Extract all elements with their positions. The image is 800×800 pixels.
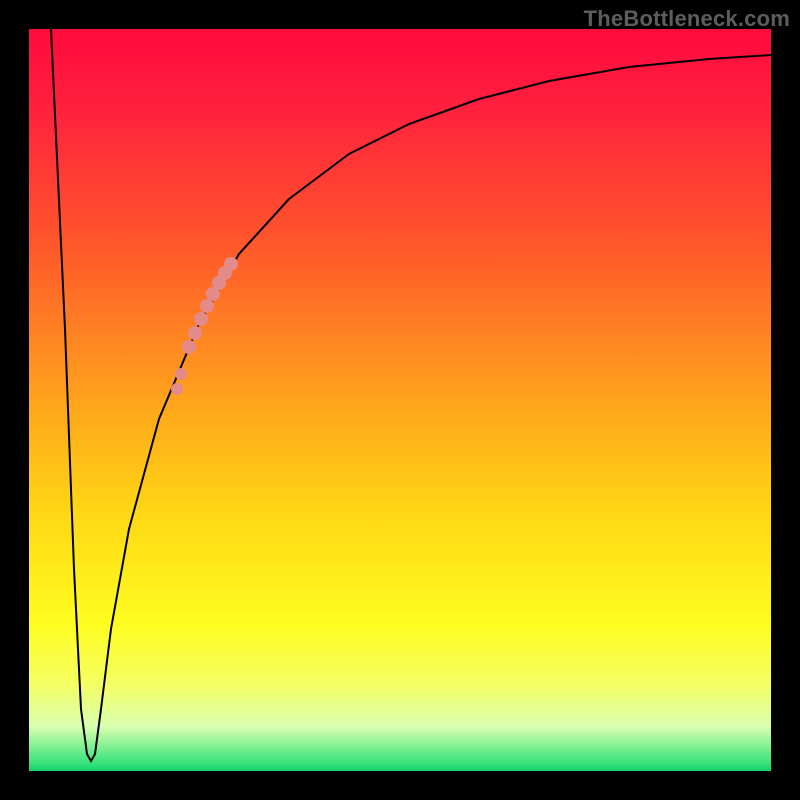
marker-dot	[194, 312, 208, 326]
marker-dot	[188, 326, 202, 340]
marker-dot	[200, 299, 214, 313]
bottleneck-curve	[51, 29, 771, 761]
marker-dot	[171, 383, 183, 395]
highlight-markers	[171, 257, 238, 395]
marker-dot	[224, 257, 238, 271]
chart-stage: TheBottleneck.com	[0, 0, 800, 800]
chart-svg	[29, 29, 771, 771]
marker-dot	[175, 368, 187, 380]
marker-dot	[182, 340, 196, 354]
